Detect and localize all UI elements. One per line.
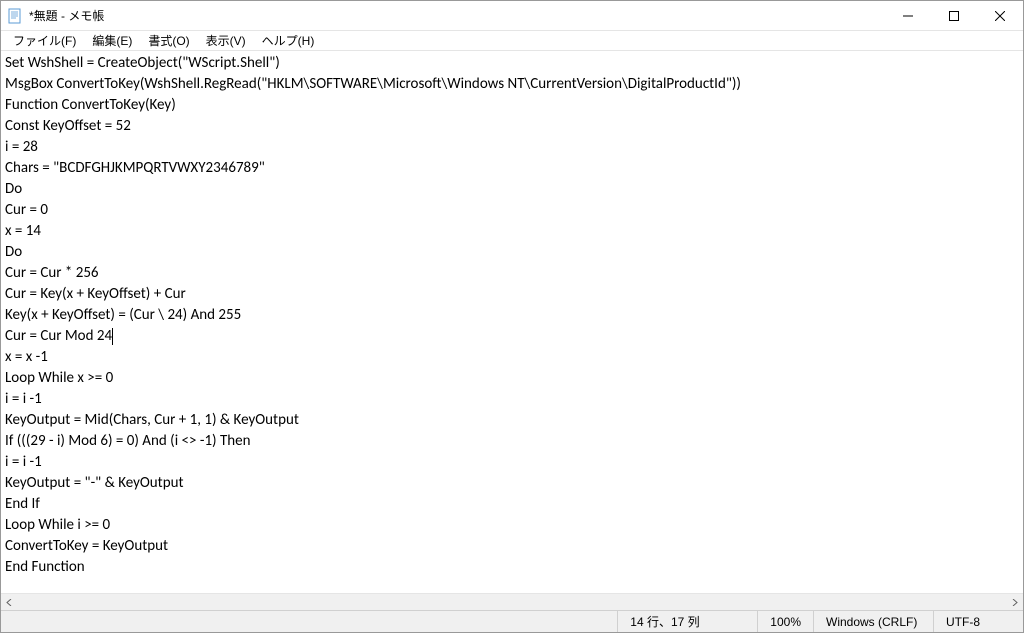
statusbar: 14 行、17 列 100% Windows (CRLF) UTF-8 xyxy=(1,610,1023,632)
minimize-button[interactable] xyxy=(885,1,931,30)
notepad-window: *無題 - メモ帳 ファイル(F) 編集(E) 書式(O) 表示(V) ヘルプ(… xyxy=(0,0,1024,633)
menu-help[interactable]: ヘルプ(H) xyxy=(254,30,323,51)
scroll-left-button[interactable] xyxy=(1,594,18,610)
menu-view[interactable]: 表示(V) xyxy=(198,30,254,51)
menubar: ファイル(F) 編集(E) 書式(O) 表示(V) ヘルプ(H) xyxy=(1,31,1023,51)
horizontal-scrollbar xyxy=(1,593,1023,610)
menu-format[interactable]: 書式(O) xyxy=(140,30,197,51)
content-area: Set WshShell = CreateObject("WScript.She… xyxy=(1,51,1023,610)
text-editor[interactable]: Set WshShell = CreateObject("WScript.She… xyxy=(1,51,1023,593)
close-button[interactable] xyxy=(977,1,1023,30)
titlebar[interactable]: *無題 - メモ帳 xyxy=(1,1,1023,31)
status-lineending: Windows (CRLF) xyxy=(813,611,933,632)
notepad-icon xyxy=(7,8,23,24)
window-title: *無題 - メモ帳 xyxy=(29,7,885,24)
status-position: 14 行、17 列 xyxy=(617,611,757,632)
menu-file[interactable]: ファイル(F) xyxy=(5,30,84,51)
status-encoding: UTF-8 xyxy=(933,611,1023,632)
scroll-right-button[interactable] xyxy=(1006,594,1023,610)
menu-edit[interactable]: 編集(E) xyxy=(84,30,140,51)
status-zoom: 100% xyxy=(757,611,813,632)
scroll-track[interactable] xyxy=(18,594,1006,610)
window-controls xyxy=(885,1,1023,30)
maximize-button[interactable] xyxy=(931,1,977,30)
